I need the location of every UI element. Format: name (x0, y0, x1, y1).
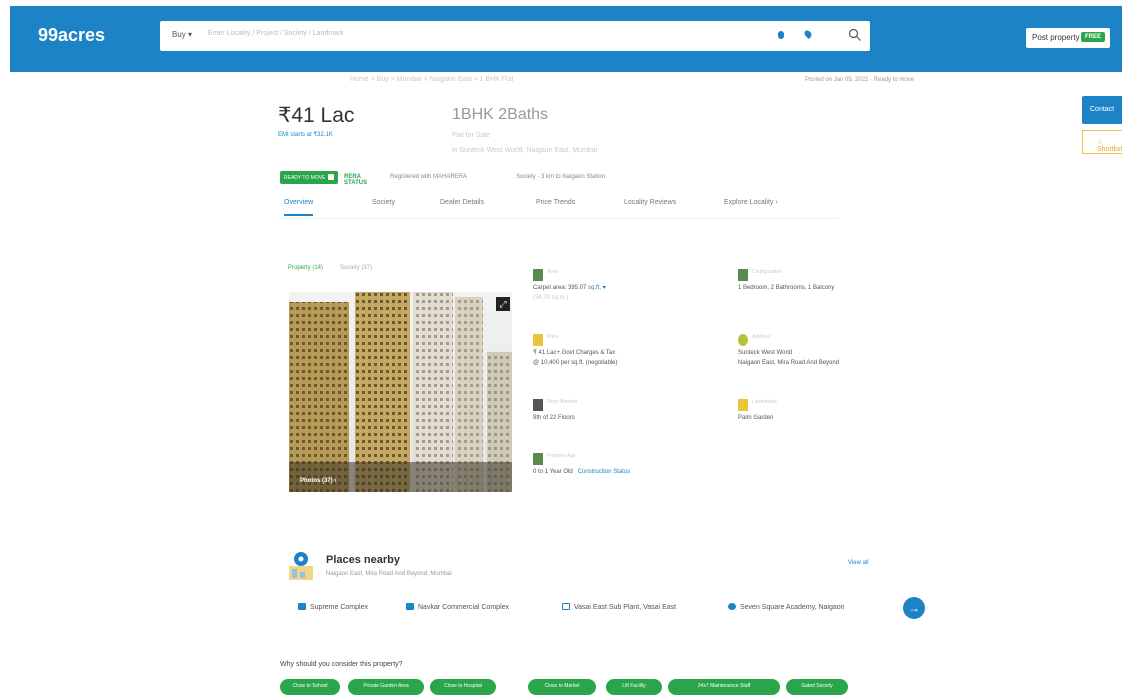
nearby-place[interactable]: Navkar Commercial Complex (406, 603, 509, 611)
search-input[interactable]: Enter Locality / Project / Society / Lan… (208, 30, 344, 37)
shopping-icon (298, 603, 306, 610)
school-icon (728, 603, 736, 610)
tab-dealer-details[interactable]: Dealer Details (440, 199, 484, 206)
site-logo[interactable]: 99acres (38, 25, 105, 46)
map-pin-icon (738, 334, 748, 346)
breadcrumb[interactable]: Home > Buy > Mumbai > Naigaon East > 1 B… (350, 76, 513, 83)
emi-link[interactable]: EMI starts at ₹32.1K (278, 131, 333, 138)
property-photo[interactable] (289, 292, 512, 492)
top-navigation-bar: 99acres Buy ▾ Enter Locality / Project /… (10, 6, 1122, 72)
area-icon (533, 269, 543, 281)
office-icon (562, 603, 570, 610)
highlight-tag: Close to Market (528, 679, 596, 695)
landmark-icon (738, 399, 748, 411)
shopping-icon (406, 603, 414, 610)
places-nearby-subtitle: Naigaon East, Mira Road And Beyond, Mumb… (326, 571, 452, 577)
highlight-tag: Close to School (280, 679, 340, 695)
society-info: Society · 3 km to Naigaon Station (516, 174, 606, 180)
microphone-icon[interactable] (778, 31, 784, 39)
why-consider-heading: Why should you consider this property? (280, 661, 403, 668)
nearby-places-list: Supreme Complex Navkar Commercial Comple… (298, 603, 898, 617)
building-icon (533, 453, 543, 465)
posted-date: Posted on Jan 05, 2022 · Ready to move (805, 77, 915, 83)
tab-overview[interactable]: Overview (284, 199, 314, 216)
tab-society[interactable]: Society (372, 199, 395, 206)
section-tabs: Overview Society Dealer Details Price Tr… (278, 193, 838, 219)
next-arrow-button[interactable]: → (903, 597, 925, 619)
highlight-tag: Lift Facility (606, 679, 662, 695)
highlight-tag: Gated Society (786, 679, 848, 695)
tab-society-photos[interactable]: Society (37) (340, 265, 372, 271)
tab-explore-locality[interactable]: Explore Locality › (724, 199, 778, 206)
highlight-tag: 24x7 Maintenance Staff (668, 679, 780, 695)
shortlist-button[interactable]: ☆ Shortlist (1082, 130, 1122, 154)
buy-dropdown[interactable]: Buy ▾ (172, 30, 192, 39)
price-tag-icon (533, 334, 543, 346)
price: ₹41 Lac (278, 104, 355, 127)
bed-icon (738, 269, 748, 281)
places-nearby-section: Places nearby Naigaon East, Mira Road An… (288, 550, 928, 630)
property-details: Area Carpet area: 395.07 sq.ft. ▾ (36.70 … (533, 269, 840, 475)
contact-button[interactable]: Contact (1082, 96, 1122, 124)
property-address: in Sunteck West World, Naigaon East, Mum… (452, 147, 598, 154)
nearby-place[interactable]: Vasai East Sub Plant, Vasai East (562, 603, 676, 611)
rera-status[interactable]: RERA STATUS (344, 174, 367, 186)
highlight-tag: Close to Hospital (430, 679, 496, 695)
property-type: Flat for Sale (452, 132, 490, 139)
tab-property-photos[interactable]: Property (14) (288, 265, 323, 271)
zoom-icon[interactable]: ⤢ (496, 297, 510, 311)
stairs-icon (533, 399, 543, 411)
property-config-title: 1BHK 2Baths (452, 106, 549, 123)
tab-price-trends[interactable]: Price Trends (536, 199, 575, 206)
ready-to-move-badge: READY TO MOVE (280, 171, 339, 184)
nearby-place[interactable]: Supreme Complex (298, 603, 368, 611)
check-icon (328, 174, 335, 180)
building-image (289, 292, 512, 492)
search-bar[interactable]: Buy ▾ Enter Locality / Project / Society… (160, 21, 870, 51)
places-nearby-title: Places nearby (326, 554, 400, 566)
highlight-tag: Private Garden Area (348, 679, 424, 695)
rera-registration: Registered with MAHARERA (390, 174, 468, 180)
photos-count[interactable]: Photos (37) › (300, 478, 336, 484)
search-icon[interactable] (848, 28, 862, 42)
post-property-button[interactable]: Post property FREE (1026, 28, 1110, 48)
tab-locality-reviews[interactable]: Locality Reviews (624, 199, 676, 206)
nearby-place[interactable]: Seven Square Academy, Naigaon (728, 603, 845, 611)
map-pin-icon (289, 552, 313, 580)
free-badge: FREE (1081, 32, 1106, 42)
view-all-link[interactable]: View all (848, 560, 869, 566)
location-icon[interactable] (803, 29, 813, 39)
